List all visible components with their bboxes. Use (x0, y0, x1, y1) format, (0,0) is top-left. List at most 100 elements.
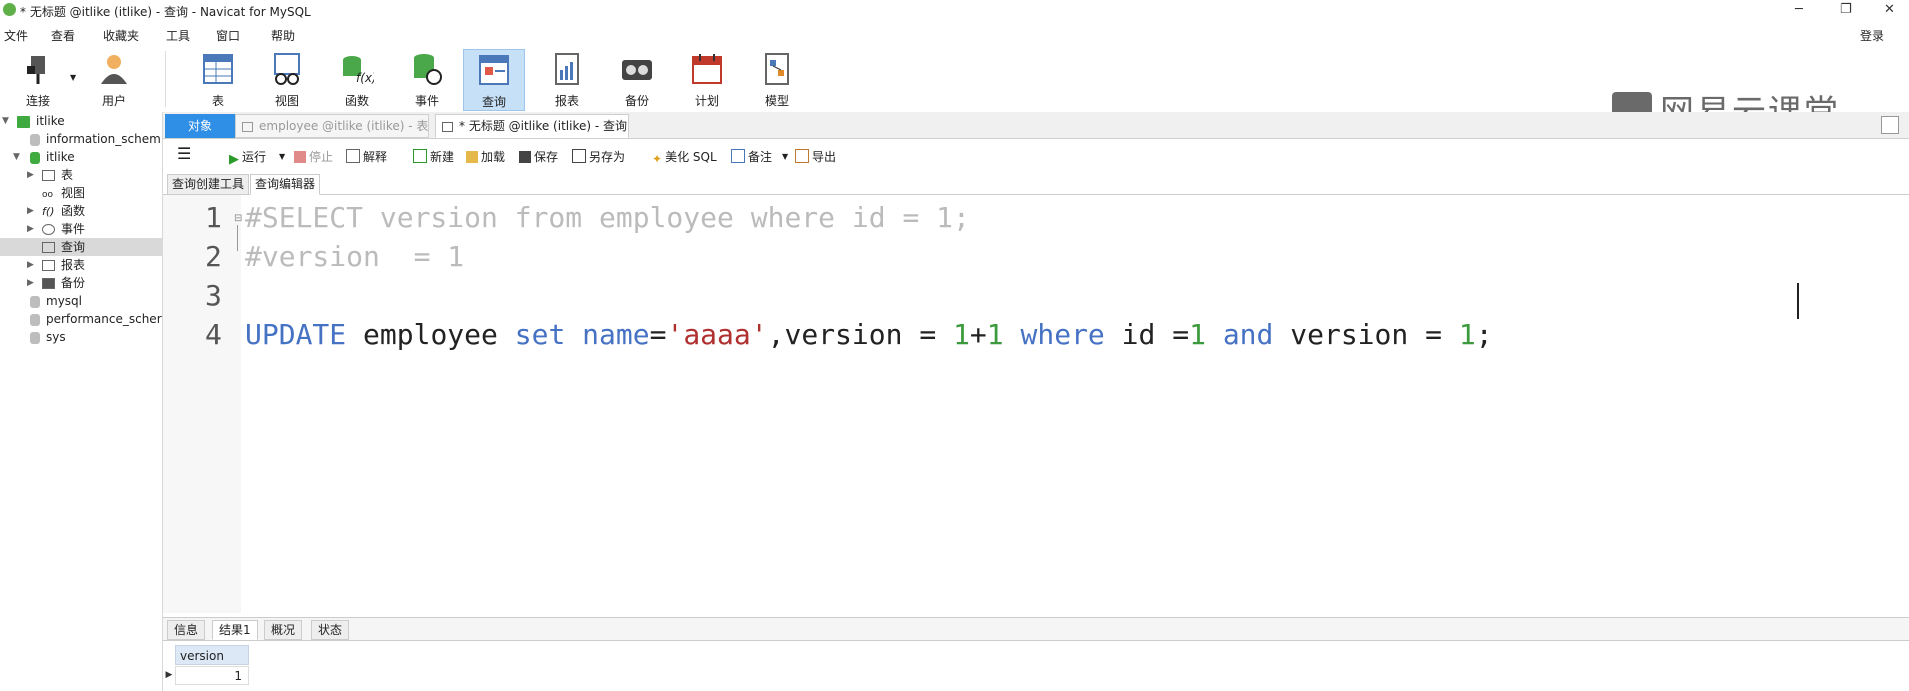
menu-favorites[interactable]: 收藏夹 (103, 27, 139, 44)
login-link[interactable]: 登录 (1860, 27, 1884, 44)
table-button[interactable]: 表 (188, 49, 248, 109)
load-button[interactable]: 加载 (466, 148, 505, 165)
tree-db-information-schema[interactable]: information_schem (30, 130, 161, 148)
user-icon (101, 55, 127, 84)
tab-objects[interactable]: 对象 (165, 114, 235, 138)
tree-item-reports[interactable]: ▶ 报表 (0, 256, 162, 274)
tree-item-views[interactable]: oo 视图 (42, 184, 85, 202)
comment-dropdown-icon[interactable]: ▼ (782, 152, 788, 161)
tree-db-mysql[interactable]: mysql (30, 292, 82, 310)
save-label: 保存 (534, 150, 559, 164)
toolbar-label: 表 (211, 94, 224, 108)
run-dropdown-icon[interactable]: ▼ (279, 152, 285, 161)
stop-button[interactable]: 停止 (294, 148, 333, 165)
tree-item-backups[interactable]: ▶ 备份 (0, 274, 162, 292)
tab-options-icon[interactable] (1881, 116, 1899, 134)
tree-item-queries[interactable]: 查询 (0, 238, 162, 256)
export-icon (795, 149, 809, 163)
tree-label: 报表 (61, 258, 86, 272)
report-icon (555, 53, 579, 85)
tree-item-events[interactable]: ▶ 事件 (0, 220, 162, 238)
expand-arrow-icon[interactable]: ▶ (27, 274, 34, 292)
tree-item-functions[interactable]: ▶ f() 函数 (0, 202, 162, 220)
play-icon: ▶ (229, 152, 239, 167)
view-button[interactable]: 视图 (257, 49, 317, 109)
schedule-button[interactable]: 计划 (677, 49, 737, 109)
minimize-button[interactable]: ─ (1795, 2, 1803, 17)
tab-label: * 无标题 @itlike (itlike) - 查询 (459, 119, 627, 133)
tree-label: 查询 (61, 240, 86, 254)
tab-query-builder[interactable]: 查询创建工具 (167, 174, 250, 195)
expand-arrow-icon[interactable]: ▶ (27, 220, 34, 238)
user-button[interactable]: 用户 (84, 49, 144, 109)
tab-untitled-query[interactable]: * 无标题 @itlike (itlike) - 查询 (435, 114, 629, 138)
restore-button[interactable]: ❐ (1840, 2, 1852, 17)
comment-label: 备注 (748, 150, 773, 164)
table-cell[interactable]: 1 (175, 666, 249, 685)
table-icon (203, 54, 233, 84)
expand-arrow-icon[interactable]: ▶ (27, 256, 34, 274)
beautify-sql-button[interactable]: ✦ 美化 SQL (652, 148, 717, 166)
save-as-icon (572, 149, 586, 163)
new-label: 新建 (430, 150, 455, 164)
document-tabs: 对象 employee @itlike (itlike) - 表 * 无标题 @… (163, 112, 1909, 139)
stop-label: 停止 (309, 150, 334, 164)
tab-employee-table[interactable]: employee @itlike (itlike) - 表 (235, 114, 429, 138)
collapse-arrow-icon[interactable]: ▼ (2, 112, 9, 130)
export-button[interactable]: 导出 (795, 148, 836, 165)
connection-icon (17, 115, 30, 128)
tab-profile[interactable]: 概况 (264, 620, 303, 640)
query-button[interactable]: 查询 (463, 49, 525, 111)
explain-icon (346, 149, 360, 163)
model-button[interactable]: 模型 (747, 49, 807, 109)
save-as-button[interactable]: 另存为 (572, 148, 625, 165)
sql-editor[interactable]: 1 2 3 4 ⊟ #SELECT version from employee … (163, 195, 1909, 613)
connection-button[interactable]: 连接 (8, 49, 68, 109)
menu-help[interactable]: 帮助 (271, 27, 295, 44)
title-bar: * 无标题 @itlike (itlike) - 查询 - Navicat fo… (0, 0, 1909, 20)
expand-arrow-icon[interactable]: ▶ (27, 166, 34, 184)
sql-number: 1 (953, 318, 970, 351)
toolbar-label: 计划 (694, 94, 719, 108)
save-button[interactable]: 保存 (519, 148, 558, 165)
connection-dropdown-icon[interactable]: ▼ (70, 73, 76, 82)
run-label: 运行 (242, 150, 267, 164)
run-button[interactable]: ▶ 运行 (229, 148, 267, 167)
tree-db-itlike[interactable]: ▼ itlike (0, 148, 162, 166)
explain-button[interactable]: 解释 (346, 148, 387, 165)
function-button[interactable]: f(x) 函数 (327, 49, 387, 109)
menu-file[interactable]: 文件 (4, 27, 28, 44)
tree-db-sys[interactable]: sys (30, 328, 66, 346)
toolbar-label: 模型 (764, 94, 789, 108)
tree-db-performance-schema[interactable]: performance_scher (30, 310, 162, 328)
menu-window[interactable]: 窗口 (216, 27, 240, 44)
menu-tools[interactable]: 工具 (166, 27, 190, 44)
tab-query-editor[interactable]: 查询编辑器 (250, 174, 321, 195)
sql-number: 1 (1458, 318, 1476, 351)
close-button[interactable]: ✕ (1884, 2, 1895, 17)
new-button[interactable]: 新建 (413, 148, 454, 165)
expand-arrow-icon[interactable]: ▶ (27, 202, 34, 220)
fold-marker-icon[interactable]: ⊟ (234, 213, 242, 224)
tree-connection-itlike[interactable]: ▼ itlike (0, 112, 162, 130)
menu-view[interactable]: 查看 (51, 27, 75, 44)
tree-label: itlike (36, 114, 65, 128)
function-icon: f() (42, 205, 55, 218)
collapse-arrow-icon[interactable]: ▼ (13, 148, 20, 166)
backup-button[interactable]: 备份 (607, 49, 667, 109)
tree-label: sys (46, 330, 66, 344)
tab-result1[interactable]: 结果1 (212, 620, 258, 640)
menu-hamburger-icon[interactable]: ☰ (177, 144, 191, 163)
tab-status[interactable]: 状态 (311, 620, 350, 640)
report-button[interactable]: 报表 (537, 49, 597, 109)
event-button[interactable]: 事件 (397, 49, 457, 109)
backup-icon (42, 278, 55, 289)
magic-wand-icon: ✦ (652, 152, 663, 166)
column-header-version[interactable]: version (175, 645, 249, 665)
tab-info[interactable]: 信息 (167, 620, 206, 640)
sql-keyword: name (582, 318, 650, 351)
tree-item-tables[interactable]: ▶ 表 (0, 166, 162, 184)
comment-button[interactable]: 备注 (731, 148, 772, 165)
event-icon (42, 224, 55, 235)
